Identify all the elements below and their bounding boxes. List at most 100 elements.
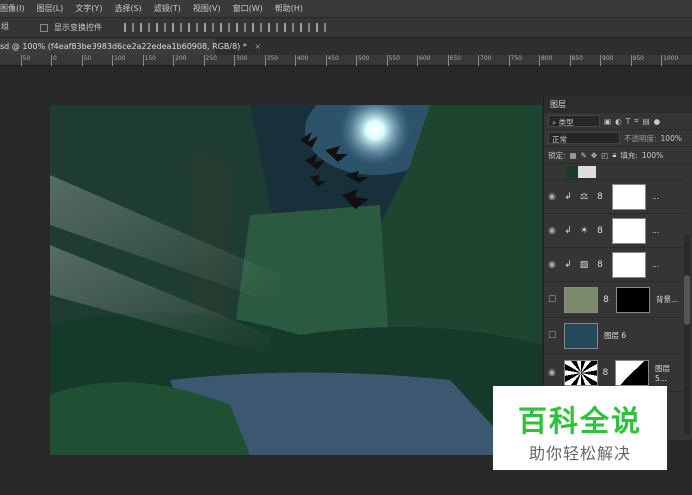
ruler-tick: 650 (447, 55, 461, 66)
layer-mask-thumbnail (612, 251, 646, 278)
visibility-eye-icon[interactable]: ◉ (544, 226, 560, 236)
menu-help[interactable]: 帮助(H) (275, 3, 303, 14)
clip-arrow-icon: ↲ (564, 259, 572, 270)
watermark: 百科全说 助你轻松解决 (493, 386, 667, 470)
forest-night-scene (50, 105, 542, 455)
document-tab[interactable]: sd @ 100% (f4eaf83be3983d6ce2a22edea1b60… (0, 38, 261, 56)
layer-thumbnail (563, 359, 598, 386)
color-balance-icon: ⚖ (579, 191, 589, 202)
menu-filter[interactable]: 滤镜(T) (154, 3, 181, 14)
align-top-icon[interactable] (124, 23, 134, 32)
layer-mask-thumbnail (612, 183, 646, 210)
layer-thumbnail (564, 322, 598, 349)
ruler-tick: 900 (600, 55, 613, 66)
opacity-label: 不透明度: (624, 133, 657, 143)
ruler-tick: 200 (173, 55, 186, 66)
opacity-value[interactable]: 100% (661, 134, 682, 143)
align-left-icon[interactable] (172, 23, 182, 32)
ruler-tick: 800 (539, 55, 552, 66)
layer-name[interactable]: ... (652, 226, 659, 235)
ruler-tick: 700 (478, 55, 491, 66)
layer-name[interactable]: 图层 6 (604, 330, 626, 341)
ruler-tick: 50 (20, 55, 30, 66)
distribute-vcenter-icon[interactable] (236, 23, 246, 32)
layers-scrollbar[interactable] (684, 235, 690, 435)
layers-panel-title: 图层 (550, 100, 566, 109)
filter-type-icon[interactable]: T (626, 117, 631, 126)
layer-name[interactable]: ... (652, 192, 659, 201)
link-icon[interactable]: 8 (592, 226, 608, 236)
filter-pixel-icon[interactable]: ▣ (604, 117, 611, 126)
clip-arrow-icon: ↲ (564, 191, 572, 202)
visibility-eye-icon[interactable]: ◉ (544, 368, 560, 378)
lock-position-icon[interactable]: ✥ (591, 151, 597, 160)
auto-select-dropdown[interactable]: 组 (0, 21, 28, 34)
visibility-eye-icon[interactable]: ◉ (544, 192, 560, 202)
menu-select[interactable]: 选择(S) (114, 3, 141, 14)
filter-smart-object-icon[interactable]: ▤ (642, 117, 649, 126)
ruler-tick: 1000 (661, 55, 678, 66)
layer-row[interactable] (544, 164, 684, 180)
layer-name[interactable]: 背景... (656, 294, 678, 305)
lock-label: 锁定: (548, 150, 566, 160)
layer-mask-thumbnail (615, 359, 649, 386)
link-icon[interactable]: 8 (598, 368, 614, 378)
menu-layer[interactable]: 图层(L) (37, 3, 64, 14)
align-right-icon[interactable] (204, 23, 214, 32)
layer-row[interactable]: ☐ 图层 6 (544, 318, 684, 354)
close-tab-icon[interactable]: × (254, 42, 261, 51)
align-bottom-icon[interactable] (156, 23, 166, 32)
layer-row[interactable]: ☐ 8 背景... (544, 282, 684, 318)
distribute-right-icon[interactable] (300, 23, 310, 32)
link-icon[interactable]: 8 (592, 192, 608, 202)
document-tab-title: sd @ 100% (f4eaf83be3983d6ce2a22edea1b60… (0, 42, 247, 51)
show-transform-checkbox[interactable] (40, 23, 48, 32)
distribute-hcenter-icon[interactable] (284, 23, 294, 32)
menu-window[interactable]: 窗口(W) (233, 3, 263, 14)
visibility-eye-icon[interactable]: ◉ (544, 260, 560, 270)
ruler-tick: 250 (203, 55, 217, 66)
link-icon[interactable]: 8 (592, 260, 608, 270)
layer-row[interactable]: ◉ ↲ ☀ 8... (544, 214, 684, 248)
layer-row[interactable]: ◉ ↲ ⚖ 8... (544, 180, 684, 214)
layer-name[interactable]: 图层 5... (655, 363, 684, 383)
distribute-bottom-icon[interactable] (252, 23, 262, 32)
fill-value[interactable]: 100% (642, 151, 663, 160)
document-canvas-image[interactable] (50, 105, 542, 455)
options-bar: 组 显示变换控件 (0, 17, 692, 37)
distribute-top-icon[interactable] (220, 23, 230, 32)
brightness-icon: ☀ (579, 225, 589, 236)
auto-align-icon[interactable] (316, 23, 326, 32)
ruler-tick: 950 (630, 55, 644, 66)
visibility-toggle[interactable]: ☐ (544, 331, 560, 341)
layer-name[interactable]: ... (652, 260, 659, 269)
align-vcenter-icon[interactable] (140, 23, 150, 32)
layer-thumbnail (566, 165, 596, 178)
watermark-title: 百科全说 (517, 404, 642, 438)
menu-image[interactable]: 图像(I) (0, 3, 25, 14)
filter-kind-label: 类型 (558, 118, 574, 127)
document-tab-bar: sd @ 100% (f4eaf83be3983d6ce2a22edea1b60… (0, 37, 692, 56)
lock-transparent-icon[interactable]: ▦ (570, 151, 577, 160)
filter-kind-dropdown[interactable]: ⌕ 类型 (548, 115, 600, 127)
visibility-toggle[interactable]: ☐ (544, 295, 560, 305)
align-hcenter-icon[interactable] (188, 23, 198, 32)
ruler-tick: 550 (386, 55, 400, 66)
blend-mode-dropdown[interactable]: 正常 (548, 132, 620, 144)
lock-artboard-icon[interactable]: ◰ (601, 151, 608, 160)
filter-adjustment-icon[interactable]: ◐ (615, 117, 622, 126)
layer-thumbnail (564, 286, 598, 313)
distribute-left-icon[interactable] (268, 23, 278, 32)
filter-toggle-icon[interactable]: ● (654, 117, 661, 126)
ruler-tick: 750 (508, 55, 522, 66)
lock-all-icon[interactable]: 🔒︎ (612, 150, 616, 160)
menu-bar: 图像(I) 图层(L) 文字(Y) 选择(S) 滤镜(T) 视图(V) 窗口(W… (0, 0, 692, 17)
lock-paint-icon[interactable]: ✎ (581, 151, 587, 160)
layers-panel-tab[interactable]: 图层 (544, 95, 692, 113)
menu-view[interactable]: 视图(V) (193, 3, 221, 14)
menu-type[interactable]: 文字(Y) (75, 3, 102, 14)
filter-shape-icon[interactable]: ⌗ (634, 116, 638, 126)
ruler-tick: 300 (234, 55, 247, 66)
link-icon[interactable]: 8 (598, 295, 614, 305)
layer-row[interactable]: ◉ ↲ ▨ 8... (544, 248, 684, 282)
